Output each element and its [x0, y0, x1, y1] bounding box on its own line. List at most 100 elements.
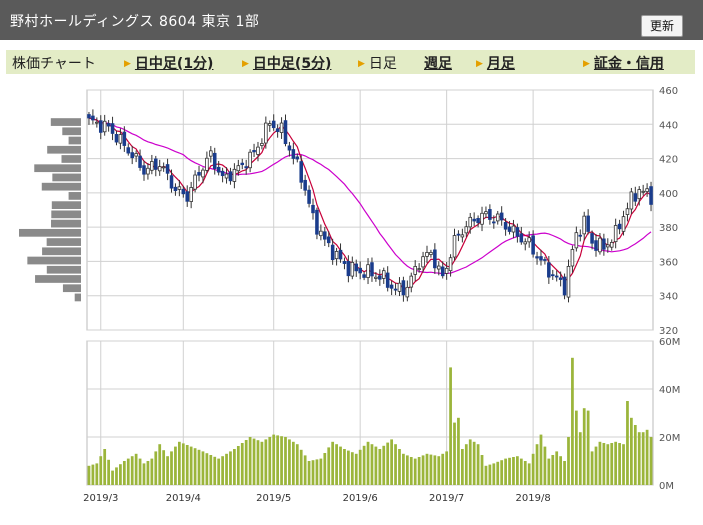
volume-bar: [252, 438, 256, 485]
volume-bar: [433, 455, 437, 485]
tab-1[interactable]: ▶ 日中足(1分): [124, 53, 213, 73]
volume-bar: [107, 459, 110, 485]
candle-body: [346, 260, 351, 277]
candle-body: [633, 193, 638, 202]
candle-body: [220, 170, 225, 177]
candle-body: [264, 122, 268, 144]
tab-label: 週足: [424, 56, 452, 72]
arrow-right-icon: ▶: [358, 59, 365, 69]
volume-bar: [256, 440, 260, 485]
candle-body: [342, 261, 347, 264]
date-tick-label: 2019/3: [83, 493, 118, 504]
candle-body: [236, 165, 241, 172]
volume-profile-bar: [62, 127, 81, 136]
volume-bar: [299, 449, 303, 485]
candle-body: [468, 216, 473, 228]
candle-body: [146, 167, 150, 175]
stock-title: 野村ホールディングス 8604 東京 1部: [10, 14, 260, 30]
candle-body: [448, 257, 453, 272]
volume-bar: [323, 453, 327, 485]
tab-label: 日中足(5分): [252, 56, 332, 72]
candle-body: [260, 143, 264, 146]
candle-body: [323, 231, 327, 240]
volume-bar: [303, 455, 307, 485]
candle-body: [122, 131, 127, 146]
volume-bar: [594, 446, 598, 485]
candle-body: [586, 215, 590, 232]
volume-bar: [319, 458, 323, 485]
volume-bar: [272, 434, 276, 485]
candle-body: [130, 152, 134, 159]
candle-body: [566, 265, 571, 298]
candle-body: [437, 265, 441, 270]
candle-body: [138, 155, 142, 168]
candle-body: [114, 134, 119, 143]
volume-bar: [606, 444, 610, 485]
candle-body: [582, 215, 586, 235]
refresh-button[interactable]: 更新: [641, 15, 683, 37]
volume-tick-label: 20M: [659, 433, 680, 444]
volume-bar: [519, 458, 523, 485]
volume-bar: [555, 451, 559, 485]
price-tick-label: 460: [659, 86, 678, 97]
volume-bar: [213, 456, 217, 485]
candle-body: [578, 234, 583, 237]
candle-body: [95, 121, 99, 124]
candle-body: [499, 212, 504, 221]
candle-body: [189, 187, 193, 202]
date-tick-label: 2019/5: [256, 493, 291, 504]
candle-body: [645, 188, 649, 192]
candle-body: [503, 222, 508, 230]
volume-bar: [484, 465, 488, 485]
price-tick-label: 440: [659, 120, 678, 131]
candle-body: [417, 268, 421, 270]
volume-profile-bar: [46, 265, 81, 274]
candle-body: [134, 153, 138, 157]
candle-body: [205, 157, 209, 171]
volume-profile-bar: [50, 118, 81, 126]
volume-bar: [284, 437, 287, 485]
arrow-right-icon: ▶: [476, 59, 483, 69]
candle-body: [102, 120, 107, 133]
tab-2[interactable]: ▶ 日中足(5分): [242, 53, 331, 73]
volume-bar: [402, 453, 405, 485]
tab-label: 日足: [368, 56, 397, 72]
candle-body: [519, 233, 524, 243]
tab-6[interactable]: ▶ 証金・信用: [583, 53, 664, 73]
volume-bar: [622, 444, 625, 485]
volume-bar: [516, 456, 519, 485]
candle-body: [87, 114, 91, 119]
moving-average-long-line: [88, 117, 652, 275]
date-tick-label: 2019/4: [166, 493, 201, 504]
volume-bar: [99, 456, 103, 485]
candle-body: [244, 166, 248, 169]
volume-bar: [586, 410, 590, 485]
candle-body: [389, 284, 394, 289]
candle-body: [637, 189, 642, 200]
candle-body: [393, 288, 398, 291]
volume-bar: [590, 451, 594, 485]
volume-bar: [382, 445, 386, 485]
candle-body: [444, 267, 449, 274]
tab-4[interactable]: 週足: [424, 53, 452, 73]
volume-bar: [468, 439, 472, 485]
tab-5[interactable]: ▶ 月足: [476, 53, 515, 73]
volume-bar: [567, 437, 570, 485]
candle-body: [484, 211, 488, 215]
volume-bar: [386, 442, 390, 485]
volume-bar: [378, 449, 382, 485]
volume-profile-bar: [27, 256, 81, 265]
chart-type-tabs: 株価チャート ▶ 日中足(1分) ▶ 日中足(5分) ▶ 日足 週足 ▶ 月足 ▶ 証金・信用: [6, 50, 695, 74]
candle-body: [613, 225, 618, 243]
volume-bar: [181, 443, 185, 485]
volume-profile-bar: [51, 210, 81, 219]
volume-bar: [189, 446, 193, 485]
volume-bar: [177, 441, 181, 485]
volume-bar: [268, 437, 272, 485]
volume-bar: [645, 429, 649, 485]
volume-bar: [527, 463, 531, 485]
candle-body: [488, 209, 492, 220]
candle-body: [629, 191, 634, 210]
volume-bar: [551, 455, 555, 485]
volume-tick-label: 40M: [659, 385, 680, 396]
